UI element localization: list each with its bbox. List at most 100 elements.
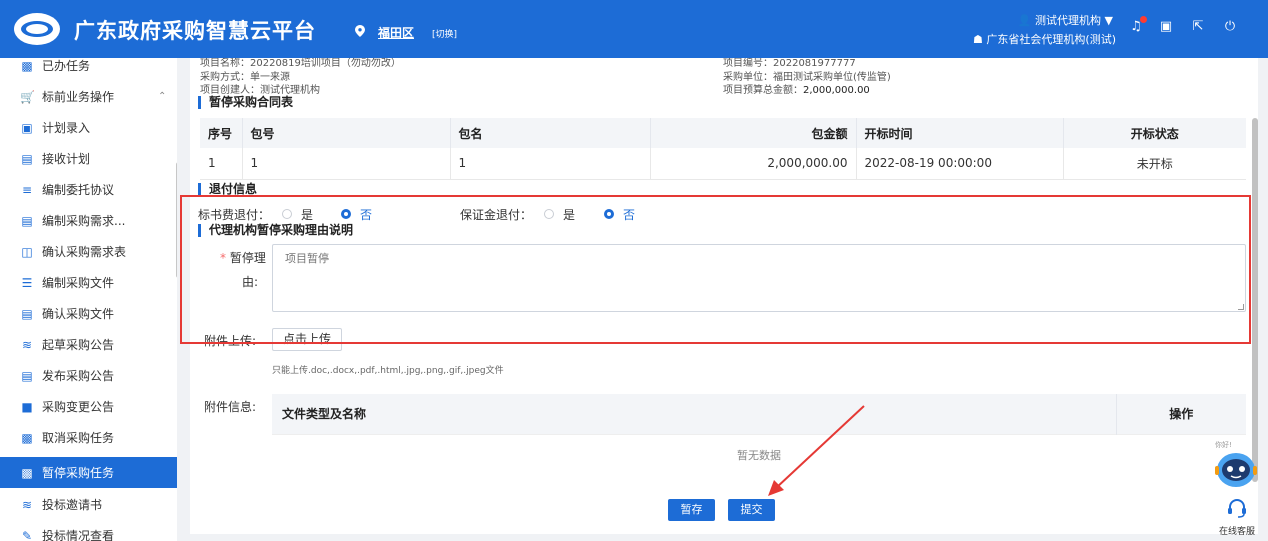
- reason-title: 代理机构暂停采购理由说明: [198, 224, 353, 237]
- layers-icon: ≋: [21, 497, 33, 512]
- deposit-no-label[interactable]: 否: [623, 206, 635, 223]
- cell-pkg-no: 1: [242, 148, 451, 180]
- doc-fee-no-label[interactable]: 否: [360, 206, 372, 223]
- sidebar-item-label: 确认采购文件: [42, 307, 115, 321]
- reason-label-line2: 由:: [242, 275, 259, 289]
- doc-fee-refund-label: 标书费退付：: [198, 208, 271, 222]
- refund-title: 退付信息: [198, 183, 257, 196]
- sidebar-item-label: 编制委托协议: [42, 183, 115, 197]
- attachment-info-label: 附件信息:: [204, 400, 257, 414]
- user-menu[interactable]: 👤 测试代理机构 ▼: [1018, 12, 1113, 28]
- col-open-status: 开标状态: [1063, 118, 1246, 148]
- deposit-yes-label[interactable]: 是: [563, 206, 575, 223]
- sidebar-item-compile-docs[interactable]: ☰ 编制采购文件: [0, 267, 177, 298]
- switch-region-link[interactable]: [切换]: [432, 27, 457, 40]
- chevron-up-icon: ⌃: [158, 91, 167, 102]
- sidebar-item-confirm-requirements[interactable]: ◫ 确认采购需求表: [0, 236, 177, 267]
- sidebar-item-label: 标前业务操作: [42, 90, 115, 104]
- upload-button[interactable]: 点击上传: [272, 328, 342, 351]
- app-title: 广东政府采购智慧云平台: [74, 19, 316, 43]
- org-name-label: 广东省社会代理机构(测试): [986, 33, 1116, 46]
- headset-icon[interactable]: [1227, 498, 1247, 518]
- cell-seq: 1: [200, 148, 243, 180]
- doc-fee-no-radio[interactable]: [341, 209, 351, 219]
- printer-icon: ▩: [21, 430, 33, 445]
- lock-icon: ■: [21, 399, 33, 414]
- region-link[interactable]: 福田区: [378, 24, 414, 41]
- building-icon: ◫: [21, 244, 33, 259]
- list-icon: ≡: [21, 182, 33, 197]
- sidebar-item-cancel-task[interactable]: ▩ 取消采购任务: [0, 422, 177, 453]
- deposit-yes-radio[interactable]: [544, 209, 554, 219]
- resize-grip-icon[interactable]: [1238, 304, 1244, 310]
- pause-contract-table: 序号 包号 包名 包金额 开标时间 开标状态 1 1 1 2,000,000.0…: [200, 118, 1246, 180]
- sidebar-item-change-notice[interactable]: ■ 采购变更公告: [0, 391, 177, 422]
- doc-fee-yes-radio[interactable]: [282, 209, 292, 219]
- sidebar-item-label: 暂停采购任务: [42, 466, 115, 480]
- reason-label: * 暂停理: [220, 249, 266, 266]
- notice-icon: ▤: [21, 368, 33, 383]
- save-draft-button[interactable]: 暂存: [668, 499, 715, 521]
- power-icon[interactable]: ⏻: [1220, 17, 1240, 37]
- platform-logo-icon: [14, 13, 60, 45]
- cell-open-time: 2022-08-19 00:00:00: [856, 148, 1064, 180]
- briefcase-icon: ▣: [21, 120, 33, 135]
- col-pkg-name: 包名: [450, 118, 651, 148]
- layers-icon: ≋: [21, 337, 33, 352]
- pause-reason-textarea[interactable]: [272, 244, 1246, 312]
- col-pkg-amount: 包金额: [650, 118, 857, 148]
- budget-row: 项目预算总金额：2,000,000.00: [723, 81, 870, 96]
- sidebar-item-compile-requirements[interactable]: ▤ 编制采购需求...: [0, 205, 177, 236]
- bell-icon[interactable]: ♫: [1126, 16, 1147, 37]
- sidebar-item-label: 编制采购需求...: [42, 214, 126, 228]
- empty-row: 暂无数据: [272, 433, 1246, 476]
- chat-robot-icon[interactable]: [1213, 448, 1259, 490]
- sidebar-item-label: 编制采购文件: [42, 276, 115, 290]
- sidebar-item-label: 投标情况查看: [42, 529, 115, 541]
- cell-pkg-amount: 2,000,000.00: [650, 148, 857, 180]
- pause-table-title: 暂停采购合同表: [198, 96, 293, 109]
- sliders-icon: ☰: [21, 275, 33, 290]
- attachment-table: 文件类型及名称 操作 暂无数据: [272, 394, 1246, 476]
- printer-icon: ▩: [21, 465, 33, 480]
- creator-row: 项目创建人：测试代理机构: [200, 81, 320, 96]
- sidebar-item-entrust-agreement[interactable]: ≡ 编制委托协议: [0, 174, 177, 205]
- sidebar-scrollbar[interactable]: [176, 162, 177, 278]
- cart-icon: 🛒: [20, 89, 35, 104]
- cell-open-status: 未开标: [1063, 148, 1246, 180]
- user-name: 测试代理机构: [1035, 14, 1102, 27]
- pen-icon: ✎: [21, 528, 33, 541]
- submit-button[interactable]: 提交: [728, 499, 775, 521]
- sidebar-item-done-tasks[interactable]: ▩ 已办任务: [0, 58, 177, 81]
- sidebar-item-label: 取消采购任务: [42, 431, 115, 445]
- notification-dot: [1140, 16, 1147, 23]
- sidebar-item-label: 已办任务: [42, 59, 91, 73]
- sidebar-item-draft-notice[interactable]: ≋ 起草采购公告: [0, 329, 177, 360]
- done-tasks-icon: ▩: [21, 58, 33, 73]
- online-service-label[interactable]: 在线客服: [1219, 524, 1255, 537]
- main-scrollbar[interactable]: [1252, 118, 1258, 482]
- image-icon[interactable]: ▣: [1156, 17, 1176, 37]
- sidebar: ▩ 已办任务 🛒 标前业务操作 ⌃ ▣ 计划录入 ▤ 接收计划 ≡ 编制委托协议 ▤ 编制采购…: [0, 58, 177, 541]
- sidebar-item-label: 发布采购公告: [42, 369, 115, 383]
- required-mark: *: [220, 251, 226, 265]
- fullscreen-icon[interactable]: ⇱: [1188, 17, 1208, 37]
- doc-fee-yes-label[interactable]: 是: [301, 206, 313, 223]
- sidebar-item-bid-status[interactable]: ✎ 投标情况查看: [0, 520, 177, 541]
- table-row: 1 1 1 2,000,000.00 2022-08-19 00:00:00 未…: [200, 148, 1246, 180]
- sidebar-item-confirm-docs[interactable]: ▤ 确认采购文件: [0, 298, 177, 329]
- sidebar-item-publish-notice[interactable]: ▤ 发布采购公告: [0, 360, 177, 391]
- sidebar-item-invitation[interactable]: ≋ 投标邀请书: [0, 489, 177, 520]
- sidebar-item-label: 投标邀请书: [42, 498, 103, 512]
- sidebar-item-pre-bid[interactable]: 🛒 标前业务操作 ⌃: [0, 81, 177, 112]
- budget-value: 2,000,000.00: [803, 85, 870, 96]
- sidebar-item-label: 计划录入: [42, 121, 91, 135]
- sidebar-item-pause-task[interactable]: ▩ 暂停采购任务: [0, 457, 177, 488]
- file-check-icon: ▤: [21, 306, 33, 321]
- sidebar-item-label: 起草采购公告: [42, 338, 115, 352]
- deposit-no-radio[interactable]: [604, 209, 614, 219]
- sidebar-item-receive-plan[interactable]: ▤ 接收计划: [0, 143, 177, 174]
- col-action: 操作: [1115, 394, 1246, 434]
- sidebar-item-plan-entry[interactable]: ▣ 计划录入: [0, 112, 177, 143]
- budget-label: 项目预算总金额：: [723, 85, 803, 96]
